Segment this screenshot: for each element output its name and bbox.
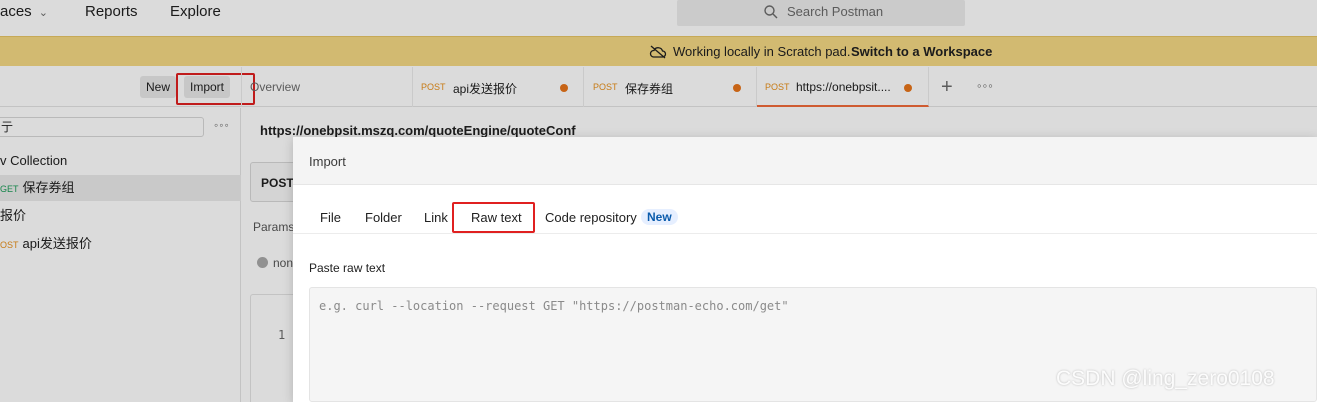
modal-header: Import — [293, 137, 1317, 185]
new-badge: New — [641, 209, 678, 225]
tab-link[interactable]: Link — [424, 210, 448, 225]
tab-folder[interactable]: Folder — [365, 210, 402, 225]
tab-code-repository[interactable]: Code repository — [545, 210, 637, 225]
modal-title: Import — [309, 154, 346, 169]
tab-file[interactable]: File — [320, 210, 341, 225]
paste-raw-text-label: Paste raw text — [309, 261, 386, 275]
watermark: CSDN @ling_zero0108 — [1056, 367, 1275, 390]
import-modal: Import File Folder Link Raw text Code re… — [293, 137, 1317, 402]
tabs-divider — [293, 233, 1317, 234]
raw-text-highlight — [452, 202, 535, 233]
